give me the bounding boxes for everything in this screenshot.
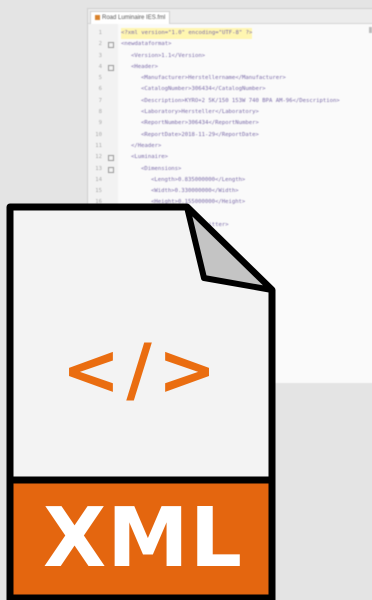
file-extension-label: XML xyxy=(42,490,244,586)
code-tag-icon: </> xyxy=(61,329,223,411)
